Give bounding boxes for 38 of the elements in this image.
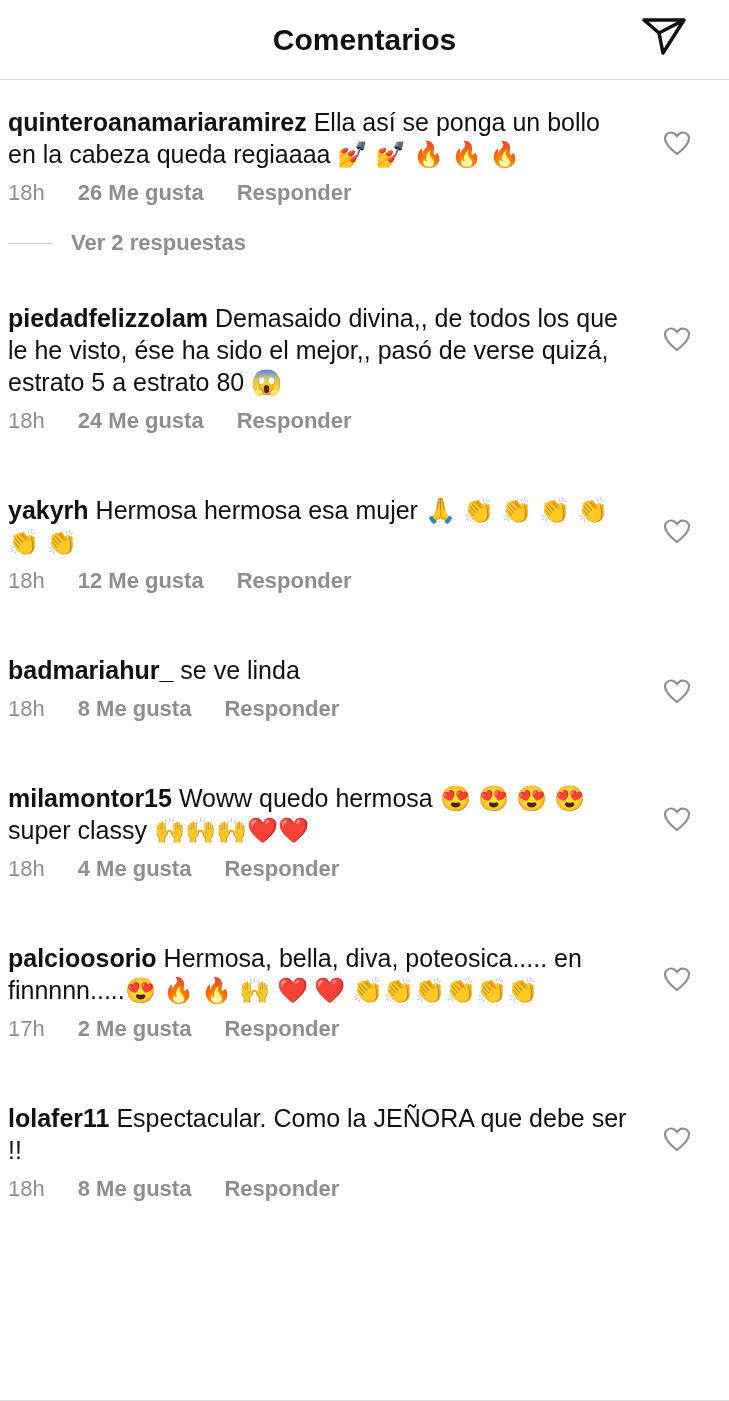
reply-link[interactable]: Responder	[236, 408, 352, 434]
reply-link[interactable]: Responder	[236, 568, 352, 594]
reply-link[interactable]: Responder	[224, 1176, 340, 1202]
heart-icon[interactable]	[663, 966, 691, 992]
screen-title: Comentarios	[272, 22, 457, 57]
comment-text: piedadfelizzolam Demasaido divina,, de todos los que le he visto, ése ha sido el mejor,, pasó de verse quizá, estrato 5 a estrato 80 😱	[8, 303, 620, 398]
send-icon[interactable]	[641, 16, 687, 56]
likes-link[interactable]: 8 Me gusta	[77, 696, 192, 722]
view-replies-link[interactable]: Ver 2 respuestas	[71, 230, 246, 256]
comment-text: badmariahur_ se ve linda	[8, 655, 301, 686]
heart-icon[interactable]	[663, 326, 691, 352]
heart-icon[interactable]	[663, 518, 691, 544]
likes-link[interactable]: 2 Me gusta	[77, 1016, 192, 1042]
likes-link[interactable]: 26 Me gusta	[77, 180, 204, 206]
heart-icon[interactable]	[663, 1126, 691, 1152]
heart-icon[interactable]	[663, 130, 691, 156]
heart-icon[interactable]	[663, 806, 691, 832]
reply-link[interactable]: Responder	[224, 856, 340, 882]
comment-time: 18h	[8, 856, 45, 882]
comment-time: 18h	[8, 568, 45, 594]
comment-text: yakyrh Hermosa hermosa esa mujer 🙏 👏 👏 👏 👏 👏 👏	[8, 495, 609, 558]
comment-time: 18h	[8, 180, 45, 206]
likes-link[interactable]: 12 Me gusta	[77, 568, 204, 594]
comment-text: milamontor15 Woww quedo hermosa 😍 😍 😍 😍 super classy 🙌🙌🙌❤❤	[8, 783, 586, 846]
reply-link[interactable]: Responder	[224, 696, 340, 722]
comment-time: 18h	[8, 696, 45, 722]
reply-link[interactable]: Responder	[224, 1016, 340, 1042]
comment-text: quinteroanamariaramirez Ella así se ponga un bollo en la cabeza queda regiaaaa 💅 💅 🔥 🔥 🔥	[8, 107, 601, 170]
likes-link[interactable]: 4 Me gusta	[77, 856, 192, 882]
comment-time: 17h	[8, 1016, 45, 1042]
likes-link[interactable]: 8 Me gusta	[77, 1176, 192, 1202]
likes-link[interactable]: 24 Me gusta	[77, 408, 204, 434]
reply-link[interactable]: Responder	[236, 180, 352, 206]
comment-time: 18h	[8, 1176, 45, 1202]
heart-icon[interactable]	[663, 678, 691, 704]
comment-text: lolafer11 Espectacular. Como la JEÑORA que debe ser !!	[8, 1103, 628, 1166]
comment-time: 18h	[8, 408, 45, 434]
comment-text: palcioosorio Hermosa, bella, diva, poteosica..... en finnnnn.....😍 🔥 🔥 🙌 ❤ ❤ 👏👏👏👏👏👏	[8, 943, 583, 1006]
